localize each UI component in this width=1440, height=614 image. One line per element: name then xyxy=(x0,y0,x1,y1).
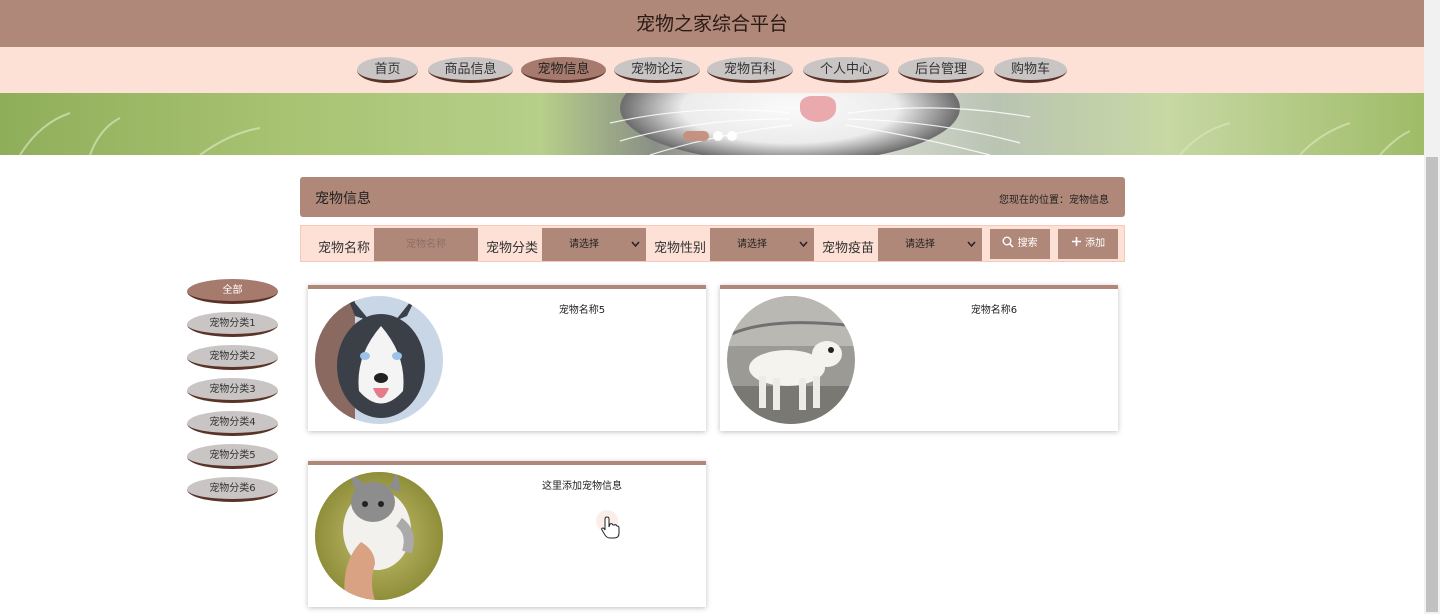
plus-icon xyxy=(1071,237,1081,246)
carousel-dot-2[interactable] xyxy=(713,131,723,141)
pet-photo-husky[interactable] xyxy=(315,296,443,424)
nav-pet-wiki[interactable]: 宠物百科 xyxy=(707,57,793,83)
pet-name[interactable]: 宠物名称5 xyxy=(458,301,706,316)
search-bar: 宠物名称 宠物名称 宠物分类 请选择 宠物性别 请选择 宠物疫苗 请选择 搜索 … xyxy=(300,225,1125,262)
category-all[interactable]: 全部 xyxy=(187,279,278,304)
pet-photo-bull-terrier[interactable] xyxy=(727,296,855,424)
search-button[interactable]: 搜索 xyxy=(990,229,1050,259)
search-button-label: 搜索 xyxy=(1017,238,1038,249)
carousel-indicators xyxy=(683,131,737,141)
search-icon xyxy=(1002,236,1014,248)
pet-name-input[interactable]: 宠物名称 xyxy=(374,228,478,261)
chevron-down-icon xyxy=(799,241,808,248)
pet-card[interactable]: 这里添加宠物信息 xyxy=(308,461,706,607)
carousel-dot-3[interactable] xyxy=(727,131,737,141)
nav-pet-info[interactable]: 宠物信息 xyxy=(521,57,606,83)
nav-cart[interactable]: 购物车 xyxy=(994,57,1067,83)
add-button[interactable]: 添加 xyxy=(1058,229,1118,259)
carousel-dot-1[interactable] xyxy=(683,131,709,141)
main-nav: 首页 商品信息 宠物信息 宠物论坛 宠物百科 个人中心 后台管理 购物车 xyxy=(0,47,1424,93)
panel-header: 宠物信息 您现在的位置：宠物信息 xyxy=(300,177,1125,217)
nav-pet-forum[interactable]: 宠物论坛 xyxy=(614,57,700,83)
nav-home[interactable]: 首页 xyxy=(357,57,418,83)
pet-card[interactable]: 宠物名称6 xyxy=(720,285,1118,431)
nav-admin[interactable]: 后台管理 xyxy=(898,57,984,83)
pet-vaccine-value: 请选择 xyxy=(905,239,935,250)
pet-gender-value: 请选择 xyxy=(737,239,767,250)
category-5[interactable]: 宠物分类5 xyxy=(187,444,278,469)
pet-name[interactable]: 宠物名称6 xyxy=(870,301,1118,316)
panel-title: 宠物信息 xyxy=(315,191,371,207)
pet-vaccine-label: 宠物疫苗 xyxy=(822,241,875,256)
pet-photo-cat[interactable] xyxy=(315,472,443,600)
add-button-label: 添加 xyxy=(1085,238,1106,249)
app-title: 宠物之家综合平台 xyxy=(635,13,788,35)
nav-personal-center[interactable]: 个人中心 xyxy=(803,57,889,83)
pet-card[interactable]: 宠物名称5 xyxy=(308,285,706,431)
chevron-down-icon xyxy=(631,241,640,248)
pet-category-value: 请选择 xyxy=(569,239,599,250)
category-3[interactable]: 宠物分类3 xyxy=(187,378,278,403)
banner-carousel[interactable] xyxy=(0,93,1424,155)
pet-gender-label: 宠物性别 xyxy=(654,241,707,256)
pet-name-label: 宠物名称 xyxy=(318,241,371,256)
pet-name[interactable]: 这里添加宠物信息 xyxy=(458,477,706,492)
hand-pointer-icon xyxy=(601,516,620,539)
header-bar: 宠物之家综合平台 xyxy=(0,0,1424,47)
breadcrumb-location: 您现在的位置：宠物信息 xyxy=(999,195,1109,206)
category-4[interactable]: 宠物分类4 xyxy=(187,411,278,436)
chevron-down-icon xyxy=(967,241,976,248)
pet-category-label: 宠物分类 xyxy=(486,241,539,256)
pet-gender-select[interactable]: 请选择 xyxy=(710,228,814,261)
category-1[interactable]: 宠物分类1 xyxy=(187,312,278,337)
page-scrollbar[interactable] xyxy=(1424,0,1440,614)
pet-vaccine-select[interactable]: 请选择 xyxy=(878,228,982,261)
category-6[interactable]: 宠物分类6 xyxy=(187,477,278,502)
category-2[interactable]: 宠物分类2 xyxy=(187,345,278,370)
banner-whiskers xyxy=(19,107,1411,155)
nav-products[interactable]: 商品信息 xyxy=(428,57,513,83)
mouse-cursor-highlight xyxy=(596,510,620,539)
scrollbar-thumb[interactable] xyxy=(1426,157,1438,612)
pet-category-select[interactable]: 请选择 xyxy=(542,228,646,261)
